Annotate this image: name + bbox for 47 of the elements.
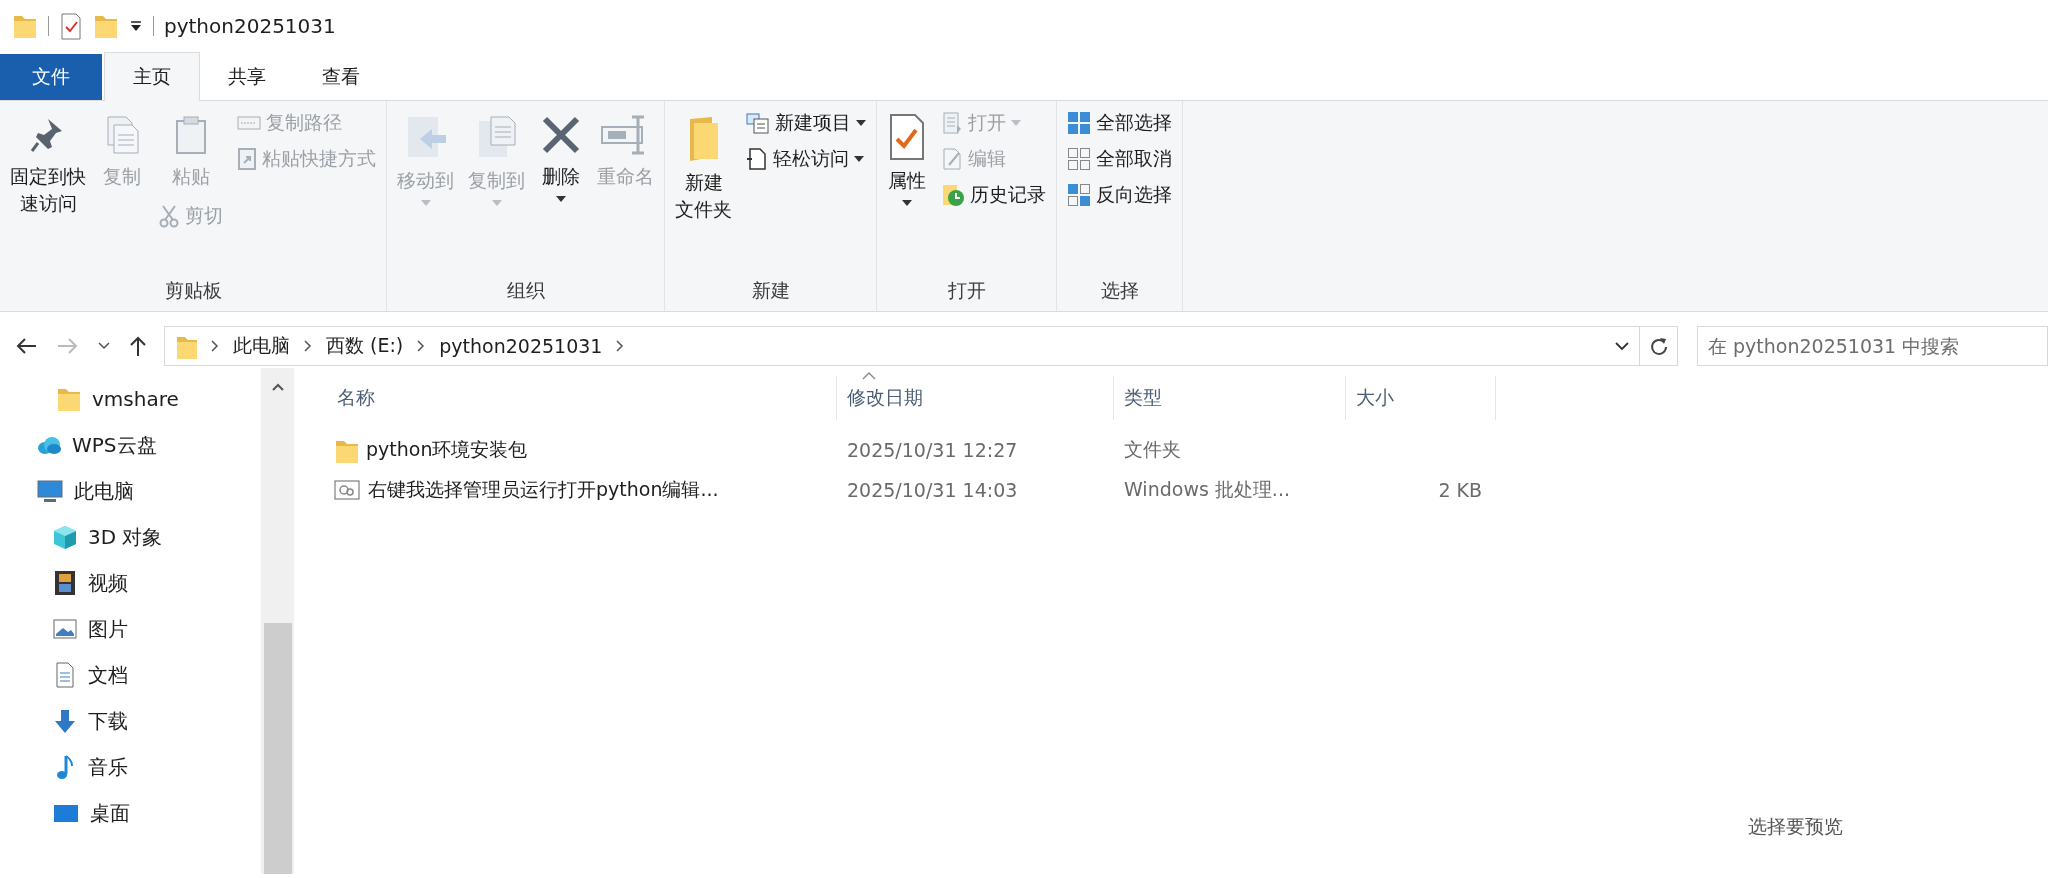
file-name[interactable]: python环境安装包	[334, 437, 837, 463]
group-label: 打开	[946, 278, 987, 303]
sidebar-item[interactable]: 音乐	[0, 744, 261, 790]
breadcrumb[interactable]: python20251031	[439, 335, 603, 357]
group-label: 剪贴板	[163, 278, 223, 303]
ribbon-button[interactable]: 历史记录	[937, 179, 1050, 211]
ribbon-button[interactable]: 全部取消	[1063, 143, 1176, 175]
ribbon-button[interactable]: 轻松访问	[742, 143, 870, 175]
sidebar-item[interactable]: 桌面	[0, 790, 261, 836]
modified-date: 2025/10/31 12:27	[846, 439, 1019, 461]
modified-date: 2025/10/31 14:03	[846, 479, 1019, 501]
file-size: 2 KB	[1438, 479, 1482, 501]
ribbon-button[interactable]: 新建项目	[742, 107, 870, 139]
sidebar-item[interactable]: WPS云盘	[0, 422, 261, 468]
address-bar[interactable]: 此电脑 西数 (E:) python20251031	[164, 326, 1640, 366]
column-header[interactable]: 名称	[334, 376, 837, 420]
ribbon-button[interactable]: 反向选择	[1063, 179, 1176, 211]
window-title: python20251031	[164, 14, 336, 38]
ribbon-tab[interactable]: 文件	[0, 54, 102, 100]
group-label: 组织	[505, 278, 546, 303]
ribbon-button[interactable]: 固定到快 速访问	[6, 107, 90, 223]
group-label: 选择	[1099, 278, 1140, 303]
file-type: Windows 批处理...	[1123, 477, 1291, 502]
ribbon-tab[interactable]: 共享	[200, 54, 294, 100]
search-field[interactable]: 在 python20251031 中搜索	[1697, 326, 2048, 366]
sidebar-item[interactable]: 3D 对象	[0, 514, 261, 560]
sidebar-item[interactable]: 图片	[0, 606, 261, 652]
sidebar-item[interactable]: 文档	[0, 652, 261, 698]
ribbon-button[interactable]: 属性	[883, 107, 931, 212]
sidebar-item[interactable]: vmshare	[0, 376, 261, 422]
group-label: 新建	[750, 278, 791, 303]
column-header[interactable]: 类型	[1114, 376, 1346, 420]
file-name[interactable]: 右键我选择管理员运行打开python编辑...	[334, 477, 837, 503]
breadcrumb[interactable]: 此电脑	[233, 333, 290, 359]
sidebar-item[interactable]: 此电脑	[0, 468, 261, 514]
file-type: 文件夹	[1123, 437, 1182, 462]
preview-message: 选择要预览	[1748, 814, 1843, 839]
sidebar-item[interactable]: 下载	[0, 698, 261, 744]
ribbon-tab[interactable]: 查看	[294, 54, 388, 100]
ribbon-tab[interactable]: 主页	[104, 52, 200, 101]
breadcrumb[interactable]: 西数 (E:)	[326, 333, 404, 359]
column-header[interactable]: 修改日期	[837, 376, 1114, 420]
ribbon-button[interactable]: 全部选择	[1063, 107, 1176, 139]
ribbon-button[interactable]: 删除	[535, 107, 587, 208]
sidebar-item[interactable]: 视频	[0, 560, 261, 606]
column-header[interactable]: 大小	[1346, 376, 1496, 420]
ribbon-button[interactable]: 新建 文件夹	[671, 107, 736, 229]
